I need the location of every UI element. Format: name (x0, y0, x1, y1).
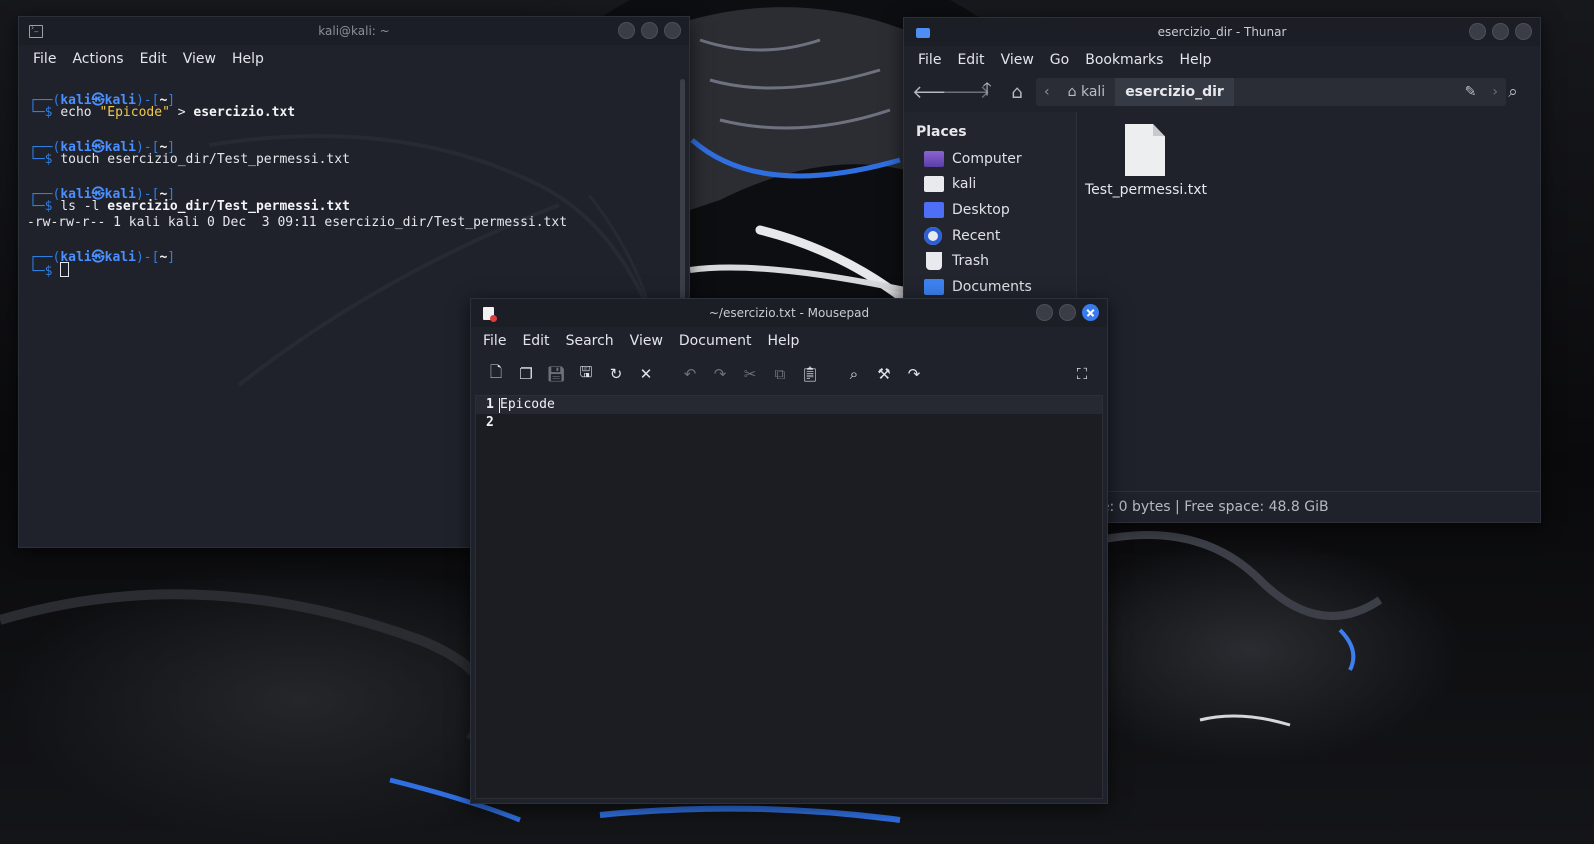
minimize-button[interactable] (1036, 304, 1053, 321)
documents-folder-icon (924, 278, 944, 295)
text-cursor (499, 398, 500, 413)
path-segment-current[interactable]: esercizio_dir (1115, 78, 1234, 106)
save-as-icon[interactable]: 🖫 (571, 362, 601, 387)
thunar-menubar: File Edit View Go Bookmarks Help (904, 46, 1540, 74)
file-item[interactable]: Test_permessi.txt (1085, 124, 1207, 198)
sidebar-item-desktop[interactable]: Desktop (904, 197, 1076, 223)
location-pathbar: ‹ ⌂ kali esercizio_dir ✎ › (1036, 78, 1506, 106)
close-document-icon[interactable]: ✕ (631, 365, 661, 383)
forward-arrow-icon[interactable]: 🡒 (942, 82, 990, 103)
sidebar-item-computer[interactable]: Computer (904, 146, 1076, 172)
menu-file[interactable]: File (25, 51, 64, 67)
command-line: └─$ ls -l esercizio_dir/Test_permessi.tx… (29, 199, 350, 214)
find-replace-icon[interactable]: ⚒ (869, 365, 899, 383)
line-number: 1 (486, 397, 494, 412)
paste-icon[interactable]: 📋︎ (795, 365, 825, 383)
menu-help[interactable]: Help (1171, 52, 1219, 68)
text-cursor (60, 262, 70, 277)
text-editor-window[interactable]: ~/esercizio.txt - Mousepad File Edit Sea… (470, 298, 1108, 804)
recent-icon (924, 226, 942, 245)
copy-icon[interactable]: ⧉ (765, 365, 795, 383)
menu-search[interactable]: Search (558, 333, 622, 349)
search-icon[interactable]: ⌕ (1498, 82, 1528, 102)
minimize-button[interactable] (1469, 23, 1486, 40)
maximize-button[interactable] (1492, 23, 1509, 40)
sidebar-item-kali[interactable]: kali (904, 172, 1076, 198)
menu-file[interactable]: File (910, 52, 949, 68)
new-document-icon[interactable]: 🗋 (481, 362, 511, 387)
places-header: Places (916, 124, 967, 140)
menu-edit[interactable]: Edit (514, 333, 557, 349)
trash-icon (926, 252, 942, 271)
menu-help[interactable]: Help (224, 51, 272, 67)
close-button[interactable] (1515, 23, 1532, 40)
status-bar: le: 0 bytes | Free space: 48.8 GiB (1077, 491, 1540, 522)
save-icon[interactable]: 💾︎ (541, 365, 571, 383)
text-file-icon (1125, 124, 1165, 176)
file-view[interactable]: Test_permessi.txt (1077, 112, 1540, 492)
thunar-titlebar[interactable]: esercizio_dir - Thunar (904, 18, 1540, 46)
close-button[interactable] (664, 22, 681, 39)
current-line-highlight (476, 396, 1102, 414)
home-folder-icon (924, 176, 944, 193)
thunar-toolbar: 🡐 🡒 🡑 ⌂ ‹ ⌂ kali esercizio_dir ✎ › ⌕ (904, 74, 1540, 110)
path-scroll-left-icon[interactable]: ‹ (1036, 78, 1058, 106)
command-output: -rw-rw-r-- 1 kali kali 0 Dec 3 09:11 ese… (27, 215, 568, 230)
desktop-icon (924, 201, 944, 218)
mousepad-title: ~/esercizio.txt - Mousepad (708, 306, 870, 320)
fullscreen-icon[interactable]: ⛶ (1067, 365, 1097, 383)
menu-help[interactable]: Help (759, 333, 807, 349)
go-to-line-icon[interactable]: ↷ (899, 365, 929, 383)
reload-icon[interactable]: ↻ (601, 365, 631, 383)
back-arrow-icon[interactable]: 🡐 (912, 82, 960, 103)
terminal-titlebar[interactable]: kali@kali: ~ (19, 17, 689, 45)
menu-edit[interactable]: Edit (132, 51, 175, 67)
menu-view[interactable]: View (175, 51, 224, 67)
sidebar-item-trash[interactable]: Trash (904, 248, 1076, 274)
menu-view[interactable]: View (622, 333, 671, 349)
find-icon[interactable]: ⌕ (839, 365, 869, 383)
mousepad-titlebar[interactable]: ~/esercizio.txt - Mousepad (471, 299, 1107, 327)
edit-path-icon[interactable]: ✎ (1457, 78, 1485, 106)
line-text[interactable]: Epicode (500, 397, 555, 412)
input-line[interactable]: └─$ (29, 262, 70, 279)
sidebar-item-documents[interactable]: Documents (904, 274, 1076, 300)
thunar-title: esercizio_dir - Thunar (1157, 25, 1287, 39)
text-editor-area[interactable]: 1 Epicode 2 (475, 395, 1103, 799)
line-number: 2 (486, 415, 494, 430)
menu-view[interactable]: View (993, 52, 1042, 68)
command-line: └─$ touch esercizio_dir/Test_permessi.tx… (29, 152, 350, 167)
maximize-button[interactable] (1059, 304, 1076, 321)
sidebar-item-recent[interactable]: Recent (904, 223, 1076, 249)
close-button[interactable] (1082, 304, 1099, 321)
mousepad-toolbar: 🗋 ❐ 💾︎ 🖫 ↻ ✕ ↶ ↷ ✂ ⧉ 📋︎ ⌕ ⚒ ↷ ⛶ (481, 361, 1097, 387)
path-segment-home[interactable]: ⌂ kali (1058, 78, 1116, 106)
undo-icon[interactable]: ↶ (675, 365, 705, 383)
up-arrow-icon[interactable]: 🡑 (972, 77, 1002, 107)
menu-edit[interactable]: Edit (949, 52, 992, 68)
home-icon[interactable]: ⌂ (1002, 82, 1032, 103)
menu-actions[interactable]: Actions (64, 51, 131, 67)
menu-bookmarks[interactable]: Bookmarks (1077, 52, 1171, 68)
menu-document[interactable]: Document (671, 333, 760, 349)
new-window-icon[interactable]: ❐ (511, 365, 541, 383)
command-line: └─$ echo "Epicode" > esercizio.txt (29, 105, 296, 120)
cut-icon[interactable]: ✂ (735, 365, 765, 383)
terminal-menubar: File Actions Edit View Help (19, 45, 689, 73)
maximize-button[interactable] (641, 22, 658, 39)
menu-file[interactable]: File (475, 333, 514, 349)
mousepad-menubar: File Edit Search View Document Help (471, 327, 1107, 355)
redo-icon[interactable]: ↷ (705, 365, 735, 383)
terminal-scrollbar[interactable] (680, 79, 685, 309)
computer-icon (924, 150, 944, 167)
menu-go[interactable]: Go (1042, 52, 1077, 68)
minimize-button[interactable] (618, 22, 635, 39)
terminal-title: kali@kali: ~ (318, 24, 390, 38)
